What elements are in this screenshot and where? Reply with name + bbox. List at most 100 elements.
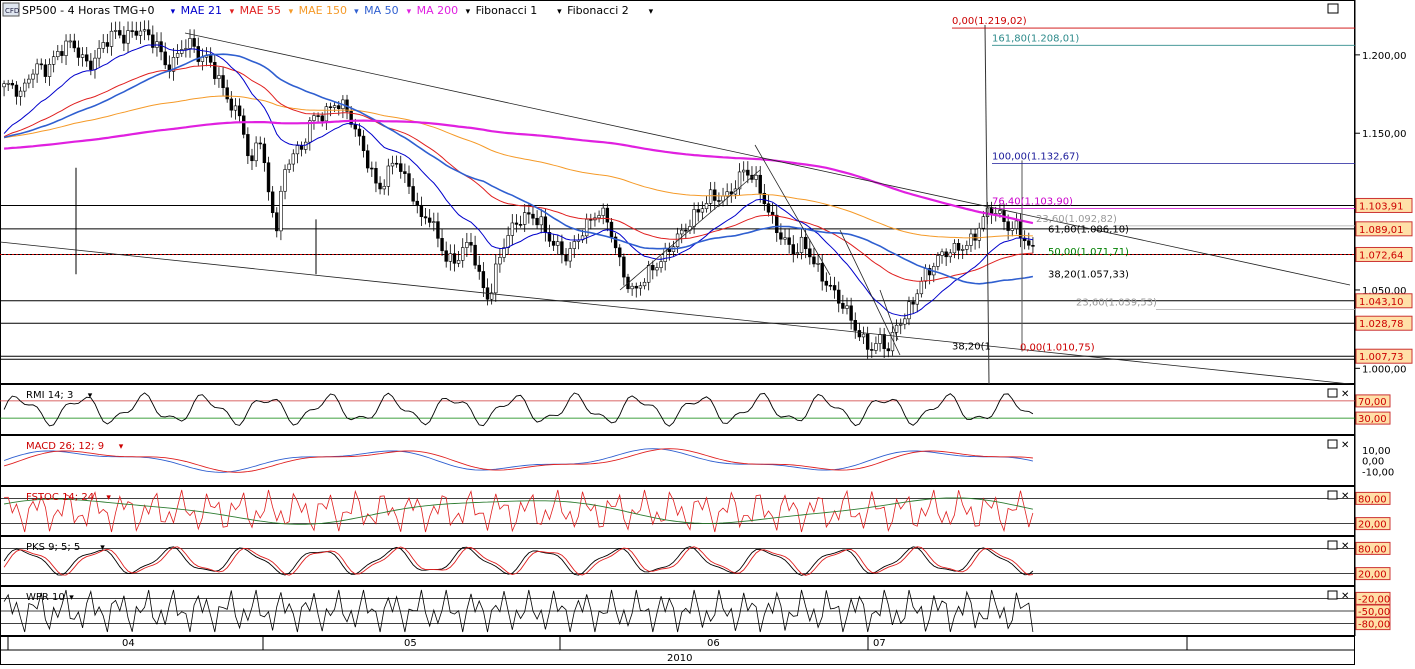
- candle: [184, 48, 188, 50]
- panel-wpr[interactable]: -20,00 -50,00 -80,00 WPR 10 ▾ ✕: [0, 586, 1391, 636]
- indicator-marker[interactable]: ▾: [289, 7, 294, 17]
- candle: [779, 232, 783, 240]
- candle: [93, 57, 97, 70]
- candle: [163, 51, 167, 66]
- fib-level-label: 0,00(1.219,02): [952, 16, 1027, 27]
- panel-maximize-icon[interactable]: [1327, 540, 1338, 550]
- indicator-marker[interactable]: ▾: [649, 7, 654, 17]
- candle: [27, 78, 31, 84]
- candle: [832, 285, 837, 291]
- panel-title[interactable]: PKS 9; 5; 5: [26, 542, 80, 553]
- panel-title[interactable]: MACD 26; 12; 9: [26, 441, 104, 452]
- candle: [80, 54, 85, 58]
- panel-pks[interactable]: 80,00 20,00 PKS 9; 5; 5 ▾ ✕: [0, 536, 1391, 586]
- candle: [60, 51, 64, 56]
- panel-menu-icon[interactable]: ▾: [100, 543, 105, 553]
- price-tick-label: 1.200,00: [1362, 51, 1407, 62]
- price-box-label: 1.043,10: [1359, 297, 1404, 308]
- price-tick-label: 1.150,00: [1362, 129, 1407, 140]
- time-axis: 04 05 06 07 2010: [0, 636, 1355, 665]
- candle: [973, 233, 977, 241]
- panel-menu-icon[interactable]: ▾: [119, 442, 124, 452]
- fib-level-label: 38,20(1: [952, 341, 991, 352]
- candle: [791, 244, 795, 255]
- indicator-label[interactable]: MAE 55: [240, 4, 281, 17]
- panel-title[interactable]: WPR 10: [26, 592, 65, 603]
- candle: [609, 221, 614, 238]
- panel-menu-icon[interactable]: ▾: [69, 593, 74, 603]
- candle: [717, 200, 721, 202]
- candle: [18, 90, 23, 97]
- panel-close-icon[interactable]: ✕: [1341, 440, 1349, 451]
- indicator-marker[interactable]: ▾: [171, 7, 176, 17]
- panel-fstoc[interactable]: 80,00 20,00 FSTOC 14; 24 ▾ ✕: [0, 486, 1391, 536]
- panel-close-icon[interactable]: ✕: [1341, 491, 1349, 502]
- candle: [535, 217, 539, 226]
- candle: [382, 186, 386, 190]
- indicator-marker[interactable]: ▾: [230, 7, 235, 17]
- candle: [646, 264, 651, 283]
- candle: [861, 333, 866, 338]
- panel-macd[interactable]: 10,000,00-10,00 MACD 26; 12; 9 ▾ ✕: [0, 435, 1395, 486]
- panel-maximize-icon[interactable]: [1327, 439, 1338, 449]
- maximize-main-icon[interactable]: [1327, 3, 1339, 14]
- panel-menu-icon[interactable]: ▾: [88, 391, 93, 401]
- candle: [977, 227, 981, 241]
- candle: [597, 215, 601, 219]
- panel-maximize-icon[interactable]: [1327, 490, 1338, 500]
- candle: [365, 150, 370, 169]
- indicator-marker[interactable]: ▾: [354, 7, 359, 17]
- month-label-07: 07: [873, 638, 886, 649]
- candle: [944, 251, 948, 258]
- candle: [266, 162, 271, 193]
- panel-title[interactable]: FSTOC 14; 24: [26, 492, 94, 503]
- panel-menu-icon[interactable]: ▾: [106, 493, 111, 503]
- panel-close-icon[interactable]: ✕: [1341, 541, 1349, 552]
- chart-canvas[interactable]: 1.200,001.150,001.050,001.000,00 1.103,9…: [0, 0, 1415, 665]
- indicator-label[interactable]: MAE 21: [181, 4, 222, 17]
- indicator-label[interactable]: Fibonacci 2: [567, 4, 629, 17]
- fib-level-label: 0,00(1.010,75): [1020, 342, 1095, 353]
- year-label: 2010: [667, 653, 692, 664]
- indicator-label[interactable]: MA 200: [417, 4, 459, 17]
- candle: [708, 189, 713, 204]
- panel-title[interactable]: RMI 14; 3: [26, 390, 73, 401]
- symbol-label: SP500 - 4 Horas TMG+0: [22, 4, 155, 17]
- candle: [72, 40, 77, 49]
- candle: [845, 305, 849, 309]
- candle: [684, 229, 688, 232]
- candle: [361, 135, 366, 152]
- candle: [948, 252, 952, 258]
- indicator-marker[interactable]: ▾: [466, 7, 471, 17]
- candle: [2, 83, 6, 88]
- candle: [14, 84, 19, 97]
- candle: [527, 212, 531, 215]
- indicator-label[interactable]: MAE 150: [299, 4, 347, 17]
- candle: [175, 53, 180, 58]
- candle: [882, 334, 886, 349]
- candle: [692, 209, 696, 227]
- panel-close-icon[interactable]: ✕: [1341, 389, 1349, 400]
- candle: [775, 214, 779, 234]
- candle: [766, 203, 771, 213]
- candle: [192, 38, 196, 47]
- candle: [564, 254, 568, 262]
- candle: [159, 41, 163, 53]
- candle: [655, 267, 659, 271]
- candle: [816, 263, 820, 265]
- panel-close-icon[interactable]: ✕: [1341, 591, 1349, 602]
- indicator-label[interactable]: MA 50: [364, 4, 399, 17]
- indicator-label[interactable]: Fibonacci 1: [476, 4, 538, 17]
- indicator-marker[interactable]: ▾: [407, 7, 412, 17]
- candle: [894, 324, 899, 333]
- candle: [940, 251, 944, 256]
- panel-maximize-icon[interactable]: [1327, 388, 1338, 398]
- candle: [440, 238, 444, 252]
- panel-rmi[interactable]: 70,00 30,00 RMI 14; 3 ▾ ✕: [0, 384, 1391, 435]
- panel-level-label: 20,00: [1358, 520, 1387, 531]
- candle: [494, 263, 498, 294]
- candle: [237, 105, 242, 117]
- candle: [680, 229, 684, 235]
- indicator-marker[interactable]: ▾: [557, 7, 562, 17]
- panel-maximize-icon[interactable]: [1327, 590, 1338, 600]
